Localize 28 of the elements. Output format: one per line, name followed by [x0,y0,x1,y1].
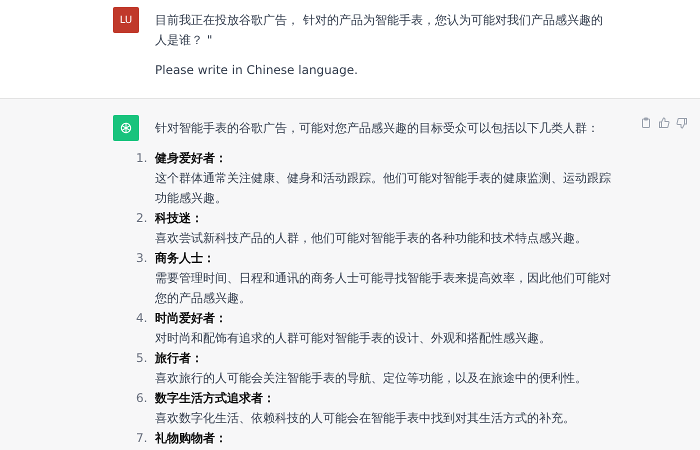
list-number: 3. [135,250,148,267]
user-avatar: LU [113,7,139,33]
thumbs-down-icon[interactable] [676,117,688,129]
item-description: 这个群体通常关注健康、健身和活动跟踪。他们可能对智能手表的健康监测、运动跟踪功能感兴趣。 [155,170,612,207]
message-text: 目前我正在投放谷歌广告， 针对的产品为智能手表，您认为可能对我们产品感兴趣的人是谁？ " [155,12,604,49]
item-title: 时尚爱好者： [155,310,228,327]
list-number: 1. [135,150,148,167]
item-title: 健身爱好者： [155,150,228,167]
list-number: 2. [135,210,148,227]
thumbs-up-icon[interactable] [658,117,670,129]
item-title: 礼物购物者： [155,430,228,447]
item-description: 对时尚和配饰有追求的人群可能对智能手表的设计、外观和搭配性感兴趣。 [155,330,552,347]
message-text: 针对智能手表的谷歌广告，可能对您产品感兴趣的目标受众可以包括以下几类人群： [155,120,600,137]
item-title: 商务人士： [155,250,216,267]
list-number: 6. [135,390,148,407]
list-number: 5. [135,350,148,367]
message-text: Please write in Chinese language. [155,62,359,79]
item-title: 旅行者： [155,350,204,367]
item-title: 科技迷： [155,210,204,227]
list-number: 4. [135,310,148,327]
copy-icon[interactable] [640,117,652,129]
item-description: 喜欢旅行的人可能会关注智能手表的导航、定位等功能，以及在旅途中的便利性。 [155,370,588,387]
item-title: 数字生活方式追求者： [155,390,276,407]
item-description: 喜欢尝试新科技产品的人群，他们可能对智能手表的各种功能和技术特点感兴趣。 [155,230,588,247]
list-number: 7. [135,430,148,447]
item-description: 喜欢数字化生活、依赖科技的人可能会在智能手表中找到对其生活方式的补充。 [155,410,576,427]
item-description: 需要管理时间、日程和通讯的商务人士可能寻找智能手表来提高效率，因此他们可能对您的产品感兴趣。 [155,270,612,307]
assistant-avatar [113,115,139,141]
